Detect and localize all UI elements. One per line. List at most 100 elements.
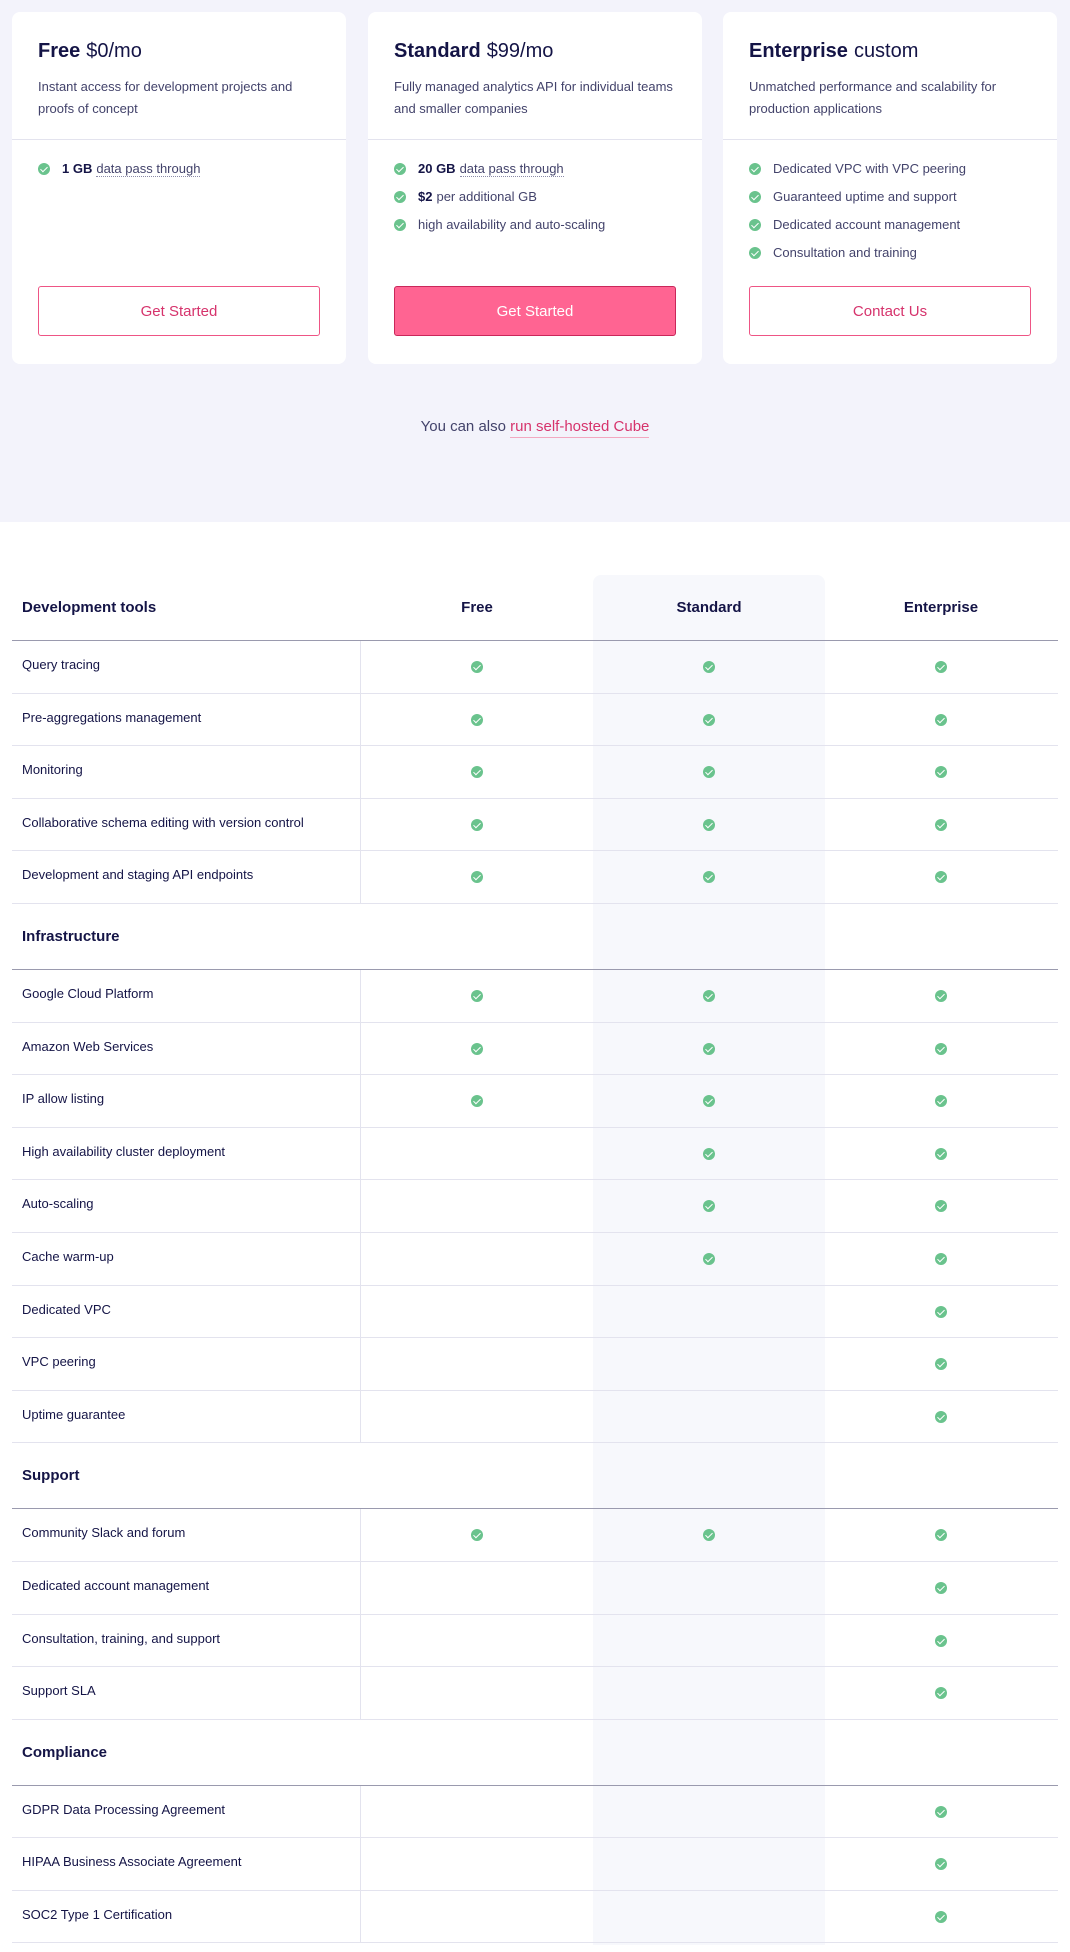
self-hosted-note: You can also run self-hosted Cube xyxy=(0,418,1070,438)
check-icon xyxy=(935,989,947,1002)
cell-enterprise xyxy=(825,1199,1057,1213)
cell-free xyxy=(361,1857,593,1871)
row-label: Pre-aggregations management xyxy=(22,709,202,725)
plan-features: 1 GB data pass through xyxy=(38,160,328,188)
cell-standard xyxy=(593,660,825,674)
self-hosted-link[interactable]: run self-hosted Cube xyxy=(510,418,650,438)
cell-enterprise xyxy=(825,1581,1057,1595)
plan-card-header: Free $0/mo Instant access for development… xyxy=(12,12,346,140)
check-icon xyxy=(935,1042,947,1055)
row-label: Development and staging API endpoints xyxy=(22,867,254,883)
cell-standard xyxy=(593,1199,825,1213)
plan-card-header: Standard $99/mo Fully managed analytics A… xyxy=(368,12,702,140)
cell-free xyxy=(361,765,593,779)
cell-free xyxy=(361,1357,593,1371)
row-label: Uptime guarantee xyxy=(22,1406,126,1422)
table-section-header: Compliance xyxy=(12,1720,1058,1786)
check-icon xyxy=(703,989,715,1002)
check-icon xyxy=(935,1529,947,1542)
feature-text: high availability and auto-scaling xyxy=(418,217,606,232)
check-icon xyxy=(935,818,947,831)
plan-description: Instant access for development projects … xyxy=(38,79,293,116)
check-icon xyxy=(703,1147,715,1160)
row-label: Cache warm-up xyxy=(22,1248,114,1264)
plan-price: $0/mo xyxy=(86,40,142,62)
cell-enterprise xyxy=(825,1686,1057,1700)
section-title: Development tools xyxy=(22,599,157,616)
row-label: Community Slack and forum xyxy=(22,1525,186,1541)
cell-enterprise xyxy=(825,1910,1057,1924)
row-label: Query tracing xyxy=(22,657,101,672)
cell-enterprise xyxy=(825,1805,1057,1819)
check-icon xyxy=(471,989,483,1002)
check-icon xyxy=(935,1358,947,1371)
plan-feature: 1 GB data pass through xyxy=(38,160,328,188)
row-label: Dedicated VPC xyxy=(22,1301,111,1317)
table-row: Google Cloud Platform xyxy=(12,969,1058,1023)
cell-enterprise xyxy=(825,1305,1057,1319)
row-label: SOC2 Type 1 Certification xyxy=(22,1906,173,1922)
cell-free xyxy=(361,1147,593,1161)
row-label: Dedicated account management xyxy=(22,1577,210,1593)
cell-standard xyxy=(593,1528,825,1542)
contact-us-button[interactable]: Contact Us xyxy=(749,286,1031,336)
plan-features: 20 GB data pass through $2 per additional G… xyxy=(394,160,684,244)
check-icon xyxy=(749,163,761,175)
cell-free xyxy=(361,1042,593,1056)
cell-enterprise xyxy=(825,1857,1057,1871)
cell-enterprise xyxy=(825,870,1057,884)
row-label: Amazon Web Services xyxy=(22,1038,154,1054)
cell-free xyxy=(361,989,593,1003)
check-icon xyxy=(935,1858,947,1871)
cell-standard xyxy=(593,1910,825,1924)
cell-enterprise xyxy=(825,1147,1057,1161)
plan-description: Unmatched performance and scalability fo… xyxy=(749,79,997,116)
feature-text: Guaranteed uptime and support xyxy=(773,189,957,204)
cell-standard xyxy=(593,1042,825,1056)
row-label: Monitoring xyxy=(22,762,83,778)
feature-text: data pass through xyxy=(96,161,201,177)
check-icon xyxy=(471,1529,483,1542)
cell-standard xyxy=(593,1634,825,1648)
row-label: Google Cloud Platform xyxy=(22,985,154,1001)
cell-standard xyxy=(593,1357,825,1371)
check-icon xyxy=(703,1200,715,1213)
plan-card-enterprise: Enterprise custom Unmatched performance a… xyxy=(723,12,1057,364)
table-row: Amazon Web Services xyxy=(12,1022,1058,1076)
check-icon xyxy=(935,1805,947,1818)
feature-amount: 20 GB xyxy=(418,161,456,176)
get-started-standard-button[interactable]: Get Started xyxy=(394,286,676,336)
table-section-header: Support xyxy=(12,1443,1058,1510)
check-icon xyxy=(935,766,947,779)
row-label: IP allow listing xyxy=(22,1091,105,1107)
table-row: HIPAA Business Associate Agreement xyxy=(12,1838,1058,1891)
cell-free xyxy=(361,1094,593,1108)
cell-standard xyxy=(593,765,825,779)
check-icon xyxy=(703,661,715,673)
table-row: Cache warm-up xyxy=(12,1232,1058,1286)
table-row: GDPR Data Processing Agreement xyxy=(12,1785,1058,1839)
cell-free xyxy=(361,713,593,727)
plan-feature: Dedicated VPC with VPC peering xyxy=(749,160,1039,188)
feature-amount: $2 xyxy=(418,189,433,204)
cell-free xyxy=(361,870,593,884)
row-label: Consultation, training, and support xyxy=(22,1630,221,1646)
plan-price: $99/mo xyxy=(486,40,554,62)
cell-enterprise xyxy=(825,989,1057,1003)
table-row: Community Slack and forum xyxy=(12,1509,1058,1562)
feature-text: Dedicated account management xyxy=(773,217,961,232)
self-hosted-prefix: You can also xyxy=(420,418,506,435)
column-header-standard: Standard xyxy=(676,599,742,616)
cell-free xyxy=(361,1305,593,1319)
feature-text: Consultation and training xyxy=(773,245,917,260)
cell-free xyxy=(361,1199,593,1213)
get-started-free-button[interactable]: Get Started xyxy=(38,286,320,336)
section-title: Compliance xyxy=(22,1743,108,1761)
cell-standard xyxy=(593,1805,825,1819)
table-row: Dedicated account management xyxy=(12,1561,1058,1615)
check-icon xyxy=(471,766,483,779)
cell-enterprise xyxy=(825,818,1057,832)
plan-feature: high availability and auto-scaling xyxy=(394,216,684,244)
cell-free xyxy=(361,1252,593,1266)
check-icon xyxy=(935,1200,947,1213)
